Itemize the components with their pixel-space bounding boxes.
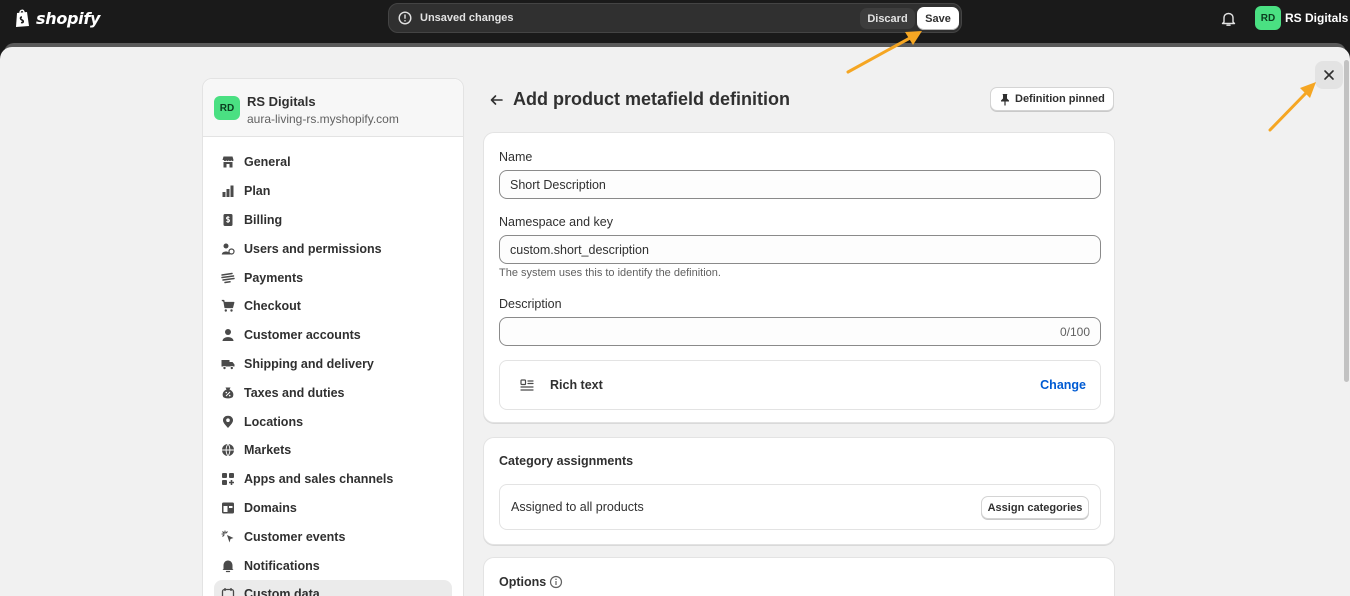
globe-icon (222, 444, 234, 457)
notifications-bell-icon[interactable] (1221, 11, 1236, 27)
sidebar-item-markets[interactable]: Markets (214, 436, 452, 465)
sidebar-item-label: Shipping and delivery (244, 356, 374, 371)
shopify-bag-icon (16, 9, 29, 27)
definition-card: Name Short Description Namespace and key… (483, 132, 1115, 423)
users-icon (221, 243, 235, 255)
sidebar-item-taxes[interactable]: Taxes and duties (214, 378, 452, 407)
sidebar-item-shipping[interactable]: Shipping and delivery (214, 350, 452, 379)
sidebar-item-label: Domains (244, 500, 297, 515)
settings-nav: General Plan Billing Users and permissio… (214, 148, 452, 596)
category-assignments-title: Category assignments (499, 454, 634, 468)
sidebar-item-users[interactable]: Users and permissions (214, 234, 452, 263)
namespace-help-text: The system uses this to identify the def… (499, 267, 721, 279)
sidebar-item-payments[interactable]: Payments (214, 263, 452, 292)
sidebar-item-label: Payments (244, 270, 304, 285)
close-icon (1324, 70, 1334, 80)
assign-categories-button[interactable]: Assign categories (981, 496, 1089, 519)
sidebar-item-checkout[interactable]: Checkout (214, 292, 452, 321)
logo-text: shopify (36, 8, 101, 28)
shopify-logo[interactable]: shopify (14, 8, 100, 28)
sidebar-item-label: Checkout (244, 299, 301, 314)
definition-pinned-button[interactable]: Definition pinned (990, 87, 1114, 111)
sidebar-item-label: Customer events (244, 529, 346, 544)
sidebar-item-custom-data[interactable]: Custom data (214, 579, 452, 596)
description-field[interactable]: 0/100 (499, 317, 1101, 346)
custom-data-icon (221, 588, 235, 596)
back-arrow-icon[interactable] (489, 93, 504, 107)
description-label: Description (499, 297, 562, 311)
domain-icon (222, 502, 234, 514)
name-field[interactable]: Short Description (499, 170, 1101, 199)
info-icon[interactable] (549, 575, 563, 589)
billing-icon (223, 213, 233, 226)
page-header: Add product metafield definition Definit… (483, 86, 1115, 114)
close-settings-button[interactable] (1315, 61, 1343, 89)
name-label: Name (499, 150, 533, 164)
sidebar-item-customer-accounts[interactable]: Customer accounts (214, 321, 452, 350)
sidebar-item-label: Notifications (244, 558, 320, 573)
scrollbar-thumb[interactable] (1344, 60, 1349, 382)
store-icon (222, 156, 234, 168)
character-counter: 0/100 (1059, 325, 1090, 339)
sidebar-item-domains[interactable]: Domains (214, 494, 452, 523)
plan-icon (222, 185, 234, 198)
payments-icon (221, 272, 235, 283)
namespace-key-field[interactable]: custom.short_description (499, 235, 1101, 264)
truck-icon (221, 359, 235, 370)
store-header[interactable]: RD RS Digitals aura-living-rs.myshopify.… (203, 79, 463, 137)
options-card: Options (483, 557, 1115, 596)
settings-sidebar: RD RS Digitals aura-living-rs.myshopify.… (202, 78, 464, 596)
sidebar-item-general[interactable]: General (214, 148, 452, 177)
sidebar-item-label: Markets (244, 443, 292, 458)
tax-icon (222, 387, 234, 399)
type-selector: Rich text Change (499, 360, 1101, 410)
namespace-label: Namespace and key (499, 215, 613, 229)
sidebar-item-plan[interactable]: Plan (214, 177, 452, 206)
location-icon (223, 415, 233, 428)
person-icon (222, 329, 234, 342)
sidebar-item-label: Apps and sales channels (244, 472, 394, 487)
sidebar-item-label: Taxes and duties (244, 385, 345, 400)
pinned-label: Definition pinned (1015, 93, 1105, 105)
sidebar-item-label: Customer accounts (244, 328, 361, 343)
page-title: Add product metafield definition (513, 89, 790, 109)
category-assignment-row: Assigned to all products Assign categori… (499, 484, 1101, 530)
apps-icon (222, 473, 234, 486)
discard-button[interactable]: Discard (860, 8, 915, 29)
bell-icon (222, 560, 234, 572)
sidebar-item-customer-events[interactable]: Customer events (214, 522, 452, 551)
assigned-products-text: Assigned to all products (511, 500, 644, 514)
sidebar-store-name: RS Digitals (247, 94, 316, 109)
top-bar: shopify Unsaved changes Discard Save RD … (0, 0, 1350, 43)
sidebar-item-label: Locations (244, 414, 304, 429)
sidebar-item-billing[interactable]: Billing (214, 206, 452, 235)
sidebar-item-label: Plan (244, 184, 271, 199)
options-title: Options (499, 575, 547, 589)
pin-icon (1001, 94, 1009, 106)
category-assignments-card: Category assignments Assigned to all pro… (483, 437, 1115, 545)
unsaved-changes-bar: Unsaved changes Discard Save (388, 3, 962, 33)
sidebar-item-label: Custom data (244, 587, 320, 596)
store-name[interactable]: RS Digitals (1285, 11, 1348, 25)
rich-text-icon (520, 379, 534, 391)
save-button[interactable]: Save (917, 7, 959, 30)
sidebar-item-locations[interactable]: Locations (214, 407, 452, 436)
change-type-button[interactable]: Change (1040, 378, 1086, 392)
sidebar-item-label: Billing (244, 212, 283, 227)
sidebar-store-domain: aura-living-rs.myshopify.com (247, 112, 399, 126)
unsaved-changes-text: Unsaved changes (420, 12, 514, 24)
sidebar-item-label: Users and permissions (244, 241, 382, 256)
sidebar-item-apps[interactable]: Apps and sales channels (214, 465, 452, 494)
avatar: RD (214, 96, 240, 120)
sidebar-item-notifications[interactable]: Notifications (214, 551, 452, 580)
type-label: Rich text (550, 378, 603, 392)
cursor-click-icon (221, 530, 234, 543)
alert-circle-icon (398, 11, 412, 25)
store-avatar[interactable]: RD (1255, 6, 1281, 30)
sidebar-item-label: General (244, 155, 291, 170)
cart-icon (221, 300, 235, 313)
